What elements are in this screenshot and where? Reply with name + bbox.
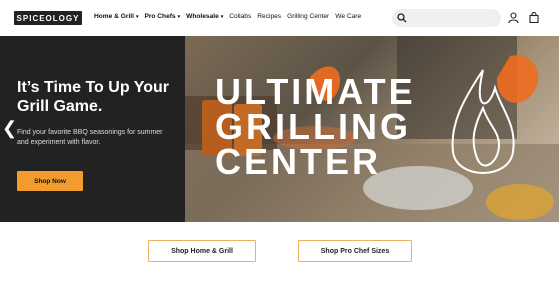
hero-subtext: Find your favorite BBQ seasonings for su… — [17, 129, 163, 146]
nav-grilling-center-label: Grilling Center — [287, 13, 330, 20]
nav-collabs[interactable]: Collabs — [229, 13, 251, 20]
hero-headline: It’s Time To Up Your Grill Game. — [17, 79, 170, 115]
site-logo[interactable]: SPICEOLOGY — [14, 11, 82, 25]
nav-home-grill[interactable]: Home & Grill ▾ — [94, 13, 138, 20]
chevron-left-icon[interactable]: ❮ — [2, 118, 17, 139]
shop-home-grill-button[interactable]: Shop Home & Grill — [148, 240, 256, 262]
nav-pro-chefs[interactable]: Pro Chefs ▾ — [144, 13, 180, 20]
nav-we-care[interactable]: We Care — [335, 13, 361, 20]
chevron-down-icon: ▾ — [135, 13, 139, 20]
nav-home-grill-label: Home & Grill — [94, 13, 134, 20]
nav-wholesale[interactable]: Wholesale ▾ — [186, 13, 223, 20]
site-header: SPICEOLOGY Home & Grill ▾ Pro Chefs ▾ Wh… — [0, 0, 559, 36]
user-icon[interactable] — [508, 12, 519, 23]
hero-image: ULTIMATE GRILLING CENTER — [185, 36, 559, 222]
nav-recipes-label: Recipes — [257, 13, 282, 20]
hero-banner-line-3: CENTER — [215, 141, 382, 182]
hero-banner-line-2: GRILLING — [215, 106, 411, 147]
hero-banner: ULTIMATE GRILLING CENTER It’s Time To Up… — [0, 36, 559, 222]
flame-icon — [451, 69, 515, 174]
chevron-down-icon: ▾ — [177, 13, 181, 20]
hero-banner-line-1: ULTIMATE — [215, 71, 416, 112]
search-input[interactable] — [392, 9, 501, 27]
chevron-down-icon: ▾ — [220, 13, 224, 20]
nav-wholesale-label: Wholesale — [186, 13, 219, 20]
nav-we-care-label: We Care — [335, 13, 362, 20]
nav-recipes[interactable]: Recipes — [257, 13, 281, 20]
category-buttons: Shop Home & Grill Shop Pro Chef Sizes — [0, 240, 559, 270]
cart-icon[interactable] — [529, 12, 539, 23]
shop-now-button[interactable]: Shop Now — [17, 171, 83, 191]
nav-pro-chefs-label: Pro Chefs — [144, 13, 176, 20]
main-nav: Home & Grill ▾ Pro Chefs ▾ Wholesale ▾ C… — [94, 13, 361, 20]
shop-pro-chef-button[interactable]: Shop Pro Chef Sizes — [298, 240, 412, 262]
nav-collabs-label: Collabs — [229, 13, 252, 20]
nav-grilling-center[interactable]: Grilling Center — [287, 13, 329, 20]
hero-banner-title: ULTIMATE GRILLING CENTER — [215, 71, 416, 182]
search-icon — [397, 13, 407, 23]
